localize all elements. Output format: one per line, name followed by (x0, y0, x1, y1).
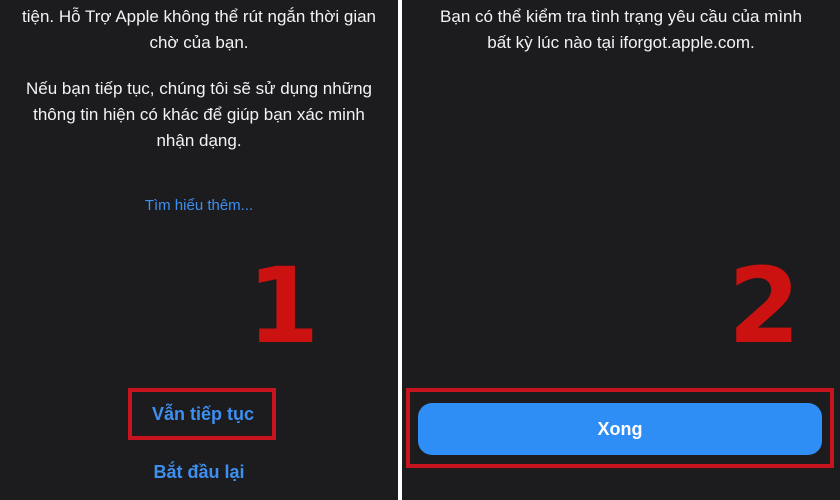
status-text: Bạn có thể kiểm tra tình trạng yêu cầu c… (402, 4, 840, 56)
info-line: thông tin hiện có khác để giúp bạn xác m… (33, 105, 365, 124)
info-line: nhận dạng. (156, 131, 242, 150)
info-line: Nếu bạn tiếp tục, chúng tôi sẽ sử dụng n… (26, 79, 372, 98)
done-button[interactable]: Xong (418, 403, 822, 455)
status-line: Bạn có thể kiểm tra tình trạng yêu cầu c… (440, 7, 802, 26)
restart-button[interactable]: Bắt đầu lại (0, 458, 398, 486)
step-number-annotation: 2 (728, 245, 801, 367)
learn-more-link[interactable]: Tìm hiểu thêm... (0, 197, 398, 214)
info-text: Nếu bạn tiếp tục, chúng tôi sẽ sử dụng n… (0, 76, 398, 154)
right-screen: Bạn có thể kiểm tra tình trạng yêu cầu c… (402, 0, 840, 500)
intro-line: tiện. Hỗ Trợ Apple không thể rút ngắn th… (21, 7, 377, 26)
intro-text: tiện. Hỗ Trợ Apple không thể rút ngắn th… (0, 4, 398, 56)
intro-line: chờ của bạn. (149, 33, 249, 52)
continue-button[interactable]: Vẫn tiếp tục (132, 391, 274, 437)
status-line: bất kỳ lúc nào tại iforgot.apple.com. (487, 33, 755, 52)
step-number-annotation: 1 (247, 245, 320, 367)
left-screen: tiện. Hỗ Trợ Apple không thể rút ngắn th… (0, 0, 398, 500)
